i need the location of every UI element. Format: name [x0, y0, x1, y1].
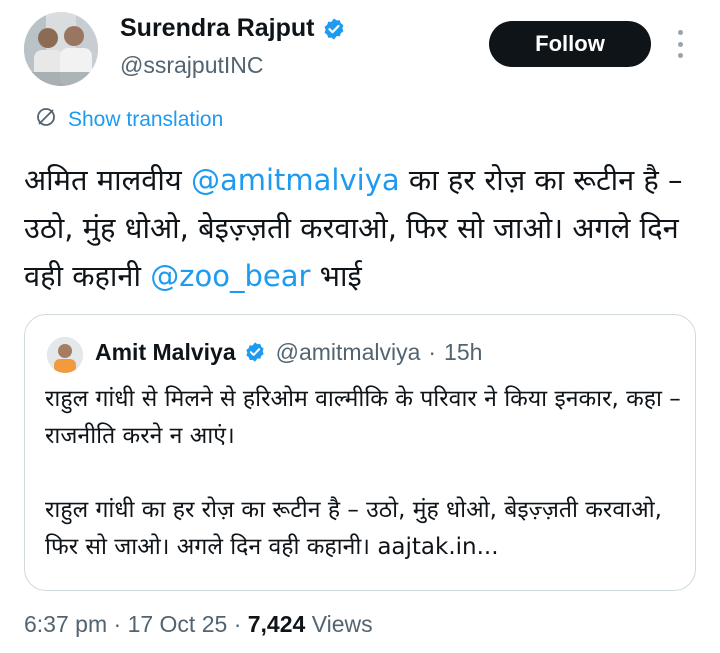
separator-dot: ·	[428, 339, 437, 365]
mention-link[interactable]: @zoo_bear	[150, 259, 310, 293]
quoted-tweet-text: राहुल गांधी से मिलने से हरिओम वाल्मीकि क…	[45, 381, 685, 566]
tweet-time[interactable]: 6:37 pm	[24, 611, 107, 637]
views-count: 7,424	[247, 611, 306, 637]
tweet-text-segment: अमित मालवीय	[24, 163, 191, 197]
quoted-tweet-card[interactable]: Amit Malviya @amitmalviya · 15h राहुल गा…	[24, 314, 696, 591]
more-options-icon[interactable]	[672, 30, 688, 58]
mention-link[interactable]: @amitmalviya	[191, 163, 400, 197]
follow-button[interactable]: Follow	[489, 21, 651, 67]
tweet-date[interactable]: 17 Oct 25	[128, 611, 228, 637]
globe-translate-icon	[34, 105, 58, 135]
tweet-meta: 6:37 pm · 17 Oct 25 · 7,424 Views	[24, 611, 373, 638]
tweet-text: अमित मालवीय @amitmalviya का हर रोज़ का र…	[24, 156, 704, 300]
show-translation-link[interactable]: Show translation	[34, 105, 223, 135]
author-name[interactable]: Surendra Rajput	[120, 14, 346, 43]
separator-dot: ·	[113, 611, 122, 637]
tweet-text-segment: भाई	[310, 259, 362, 293]
quoted-author-name[interactable]: Amit Malviya	[95, 339, 236, 366]
quoted-author-avatar	[47, 337, 83, 373]
separator-dot: ·	[233, 611, 242, 637]
show-translation-label[interactable]: Show translation	[68, 108, 223, 132]
quoted-tweet-time[interactable]: 15h	[444, 339, 482, 366]
author-name-text[interactable]: Surendra Rajput	[120, 14, 314, 43]
verified-badge-icon	[244, 341, 268, 365]
quoted-paragraph-2: राहुल गांधी का हर रोज़ का रूटीन है – उठो…	[45, 497, 662, 560]
author-avatar[interactable]	[24, 12, 98, 86]
quoted-tweet-header: Amit Malviya @amitmalviya · 15h	[95, 339, 482, 366]
quoted-paragraph-1: राहुल गांधी से मिलने से हरिओम वाल्मीकि क…	[45, 386, 681, 449]
views-label: Views	[311, 611, 373, 637]
quoted-author-handle[interactable]: @amitmalviya	[276, 339, 421, 366]
verified-badge-icon	[322, 17, 346, 41]
author-handle[interactable]: @ssrajputINC	[120, 52, 264, 79]
